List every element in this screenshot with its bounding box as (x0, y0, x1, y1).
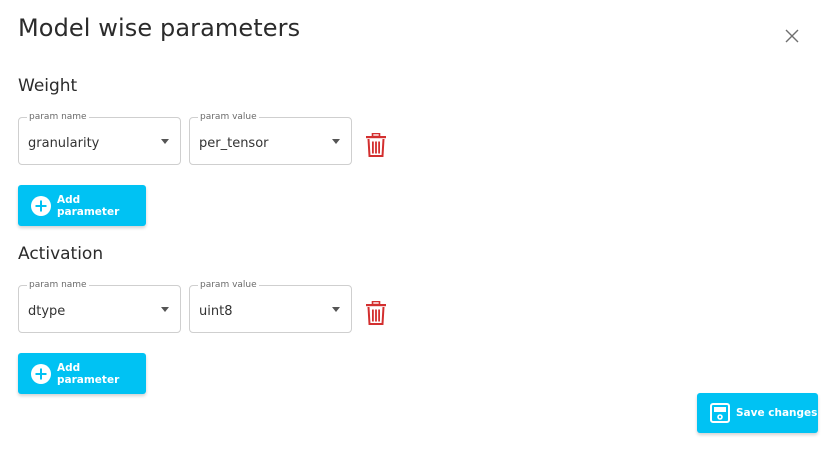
field-label: param name (27, 111, 89, 123)
trash-icon (366, 301, 386, 325)
floppy-disk-icon (710, 403, 730, 423)
activation-param-name-select[interactable]: param name dtype (18, 279, 181, 333)
dialog-title: Model wise parameters (18, 14, 301, 42)
dropdown-arrow-icon (161, 307, 169, 312)
weight-add-parameter-button[interactable]: Add parameter (18, 185, 146, 226)
activation-delete-button[interactable] (364, 300, 388, 326)
model-params-dialog: Model wise parameters Weight param name … (0, 0, 834, 450)
section-heading-activation: Activation (18, 244, 104, 264)
save-changes-label: Save changes (736, 407, 818, 419)
weight-param-value-select[interactable]: param value per_tensor (189, 111, 352, 165)
dropdown-arrow-icon (332, 139, 340, 144)
close-button[interactable] (780, 24, 804, 48)
add-parameter-label: Add parameter (57, 361, 120, 386)
field-label: param value (198, 279, 259, 291)
plus-circle-icon (31, 363, 51, 384)
activation-add-parameter-button[interactable]: Add parameter (18, 353, 146, 394)
close-icon (785, 29, 799, 43)
trash-icon (366, 133, 386, 157)
section-heading-weight: Weight (18, 76, 78, 96)
weight-delete-button[interactable] (364, 132, 388, 158)
field-value: dtype (28, 304, 66, 319)
dropdown-arrow-icon (161, 139, 169, 144)
field-value: per_tensor (199, 136, 269, 151)
field-value: uint8 (199, 304, 233, 319)
activation-param-value-select[interactable]: param value uint8 (189, 279, 352, 333)
plus-circle-icon (31, 195, 51, 216)
field-label: param name (27, 279, 89, 291)
weight-param-name-select[interactable]: param name granularity (18, 111, 181, 165)
dropdown-arrow-icon (332, 307, 340, 312)
add-parameter-label: Add parameter (57, 193, 120, 218)
save-changes-button[interactable]: Save changes (697, 393, 818, 433)
field-value: granularity (28, 136, 100, 151)
field-label: param value (198, 111, 259, 123)
